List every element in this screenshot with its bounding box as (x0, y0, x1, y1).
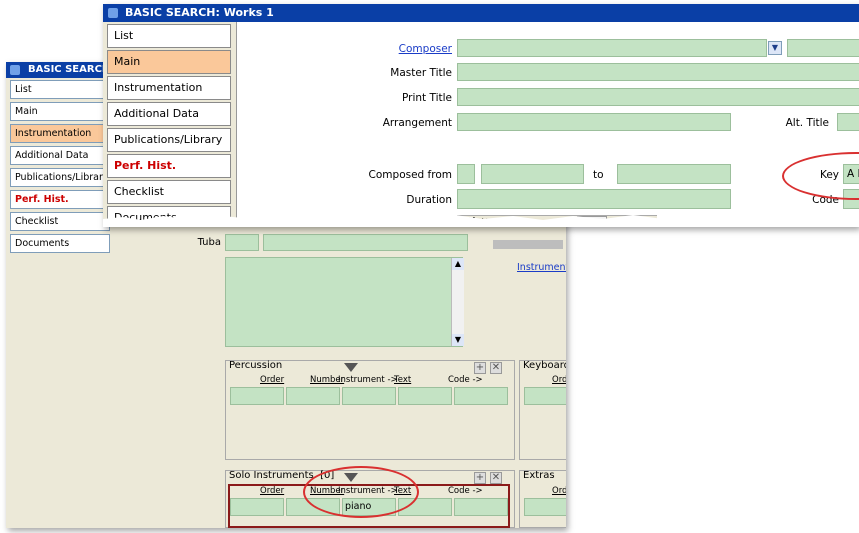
perc-cell-number[interactable] (286, 387, 340, 405)
composer-extra-field[interactable] (787, 39, 859, 57)
front-sidebar: List Main Instrumentation Additional Dat… (103, 22, 233, 227)
solo-cell-order[interactable] (230, 498, 284, 516)
composed-from-field[interactable] (481, 164, 584, 184)
main-window: BASIC SEARCH: Works 1 List Main Instrume… (103, 4, 859, 227)
back-nav-instrumentation[interactable]: Instrumentation (10, 124, 110, 143)
back-nav-publications-library[interactable]: Publications/Library (10, 168, 110, 187)
perc-cell-order[interactable] (230, 387, 284, 405)
composed-from-label: Composed from (368, 169, 452, 181)
instrument-link[interactable]: Instrument (517, 262, 566, 273)
front-nav-perf-hist[interactable]: Perf. Hist. (107, 154, 231, 178)
composer-dropdown-icon[interactable]: ▼ (768, 41, 782, 55)
scroll-down-icon[interactable]: ▼ (452, 334, 464, 346)
instrument-field-bar (493, 240, 563, 249)
extras-title: Extras (523, 470, 555, 481)
notes-scrollbar[interactable]: ▲ ▼ (451, 258, 464, 346)
front-nav-publications-library[interactable]: Publications/Library (107, 128, 231, 152)
back-nav-list[interactable]: List (10, 80, 110, 99)
master-title-field[interactable] (457, 63, 859, 81)
percussion-remove-icon[interactable]: ✕ (490, 362, 502, 374)
solo-col-order: Order (260, 486, 285, 496)
duration-label: Duration (406, 194, 452, 206)
composer-link[interactable]: Composer (327, 43, 452, 55)
solo-remove-icon[interactable]: ✕ (490, 472, 502, 484)
solo-add-icon[interactable]: + (474, 472, 486, 484)
alt-title-label: Alt. Title (785, 117, 829, 129)
duration-field[interactable] (457, 189, 731, 209)
keyb-cell-order[interactable] (524, 387, 566, 405)
perc-col-order: Order (260, 375, 285, 385)
keyboard-panel: Keyboard Ord (519, 360, 566, 460)
extras-col-order: Ord (552, 486, 566, 496)
key-highlight-ellipse (782, 152, 859, 200)
instrumentation-notes-field[interactable] (225, 257, 463, 347)
percussion-add-icon[interactable]: + (474, 362, 486, 374)
solo-col-code: Code -> (448, 486, 483, 496)
solo-cell-code[interactable] (454, 498, 508, 516)
perc-col-text: Text (394, 375, 412, 385)
perc-cell-code[interactable] (454, 387, 508, 405)
back-nav-main[interactable]: Main (10, 102, 110, 121)
extras-cell-order[interactable] (524, 498, 566, 516)
front-nav-main[interactable]: Main (107, 50, 231, 74)
alt-title-field[interactable] (837, 113, 859, 131)
front-window-titlebar: BASIC SEARCH: Works 1 (103, 4, 859, 22)
percussion-title: Percussion (229, 360, 283, 371)
back-window-titlebar: BASIC SEARCH: (6, 62, 106, 78)
arrangement-label: Arrangement (382, 117, 452, 129)
perc-col-code: Code -> (448, 375, 483, 385)
front-nav-checklist[interactable]: Checklist (107, 180, 231, 204)
tuba-text-field[interactable] (263, 234, 468, 251)
back-nav-documents[interactable]: Documents (10, 234, 110, 253)
composer-field[interactable] (457, 39, 767, 57)
percussion-panel: Percussion + ✕ Order Number Instrument -… (225, 360, 515, 460)
front-nav-list[interactable]: List (107, 24, 231, 48)
arrangement-field[interactable] (457, 113, 731, 131)
keyboard-title: Keyboard (523, 360, 566, 371)
tuba-count-field[interactable] (225, 234, 259, 251)
composed-to-field[interactable] (617, 164, 731, 184)
back-window-title: BASIC SEARCH: (28, 64, 106, 75)
print-title-field[interactable] (457, 88, 859, 106)
percussion-collapse-icon[interactable] (344, 363, 358, 372)
front-window-title: BASIC SEARCH: Works 1 (125, 6, 274, 19)
main-form: Composer ▼ Master Title Print Title Arra… (236, 22, 859, 227)
torn-edge (103, 214, 859, 227)
scroll-up-icon[interactable]: ▲ (452, 258, 464, 270)
app-icon (10, 65, 20, 75)
keyb-col-order: Ord (552, 375, 566, 385)
back-nav-perf-hist[interactable]: Perf. Hist. (10, 190, 110, 209)
master-title-label: Master Title (390, 67, 452, 79)
front-nav-additional-data[interactable]: Additional Data (107, 102, 231, 126)
perc-col-instrument: Instrument -> (338, 375, 398, 385)
back-nav-additional-data[interactable]: Additional Data (10, 146, 110, 165)
piano-highlight-ellipse (303, 466, 419, 518)
back-sidebar: List Main Instrumentation Additional Dat… (6, 78, 118, 528)
perc-cell-instrument[interactable] (342, 387, 396, 405)
composed-from-qualifier-field[interactable] (457, 164, 475, 184)
app-icon (108, 8, 118, 18)
to-label: to (593, 169, 604, 181)
extras-panel: Extras Ord (519, 470, 566, 528)
tuba-label: Tuba (197, 237, 221, 248)
back-nav-checklist[interactable]: Checklist (10, 212, 110, 231)
front-nav-instrumentation[interactable]: Instrumentation (107, 76, 231, 100)
perc-cell-text[interactable] (398, 387, 452, 405)
print-title-label: Print Title (402, 92, 452, 104)
